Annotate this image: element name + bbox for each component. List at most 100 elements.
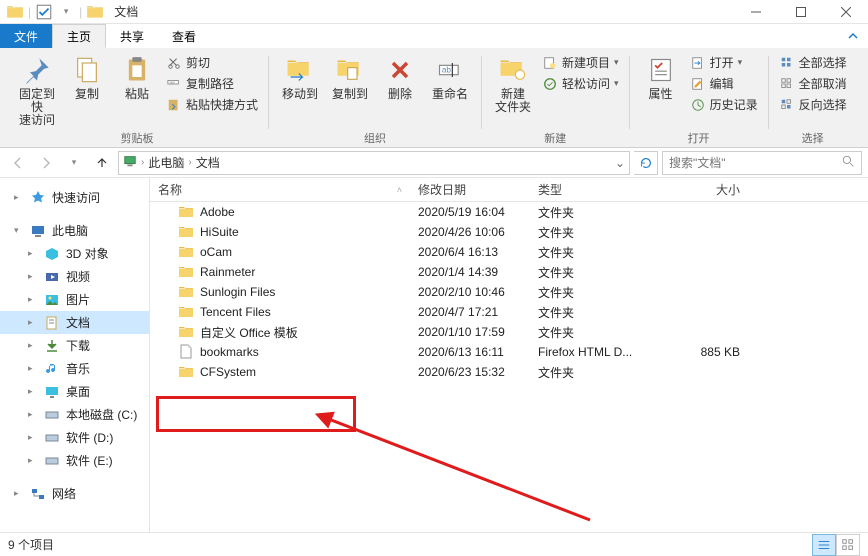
- chevron-right-icon[interactable]: ›: [141, 157, 144, 168]
- new-folder-button[interactable]: 新建 文件夹: [488, 52, 538, 116]
- table-row[interactable]: bookmarks2020/6/13 16:11Firefox HTML D..…: [150, 342, 868, 362]
- qat-divider: |: [28, 5, 31, 19]
- disk-icon: [44, 407, 60, 423]
- cut-button[interactable]: 剪切: [166, 54, 258, 71]
- nav-3d-objects[interactable]: ▸3D 对象: [0, 242, 149, 265]
- video-icon: [44, 269, 60, 285]
- search-icon[interactable]: [842, 155, 855, 171]
- table-row[interactable]: Sunlogin Files2020/2/10 10:46文件夹: [150, 282, 868, 302]
- folder-icon: [178, 244, 194, 260]
- properties-icon: [645, 54, 677, 86]
- address-dropdown-icon[interactable]: ⌄: [615, 156, 625, 170]
- easy-access-button[interactable]: 轻松访问▾: [542, 75, 619, 92]
- minimize-button[interactable]: [733, 0, 778, 24]
- view-icons-button[interactable]: [836, 534, 860, 556]
- tab-view[interactable]: 查看: [158, 24, 210, 48]
- breadcrumb-this-pc[interactable]: 此电脑: [148, 154, 184, 171]
- view-details-button[interactable]: [812, 534, 836, 556]
- tab-home[interactable]: 主页: [52, 24, 106, 48]
- copy-path-button[interactable]: ww复制路径: [166, 75, 258, 92]
- copy-to-button[interactable]: 复制到: [325, 52, 375, 103]
- select-none-button[interactable]: 全部取消: [779, 75, 847, 92]
- select-all-button[interactable]: 全部选择: [779, 54, 847, 71]
- folder-icon: [178, 264, 194, 280]
- open-icon: [690, 55, 706, 71]
- nav-recent-button[interactable]: ▾: [62, 151, 86, 175]
- col-date[interactable]: 修改日期: [410, 181, 530, 198]
- folder-icon: [178, 304, 194, 320]
- new-item-button[interactable]: 新建项目▾: [542, 54, 619, 71]
- nav-network[interactable]: ▸网络: [0, 482, 149, 505]
- edit-icon: [690, 76, 706, 92]
- table-row[interactable]: 自定义 Office 模板2020/1/10 17:59文件夹: [150, 322, 868, 342]
- nav-disk-c[interactable]: ▸本地磁盘 (C:): [0, 403, 149, 426]
- paste-shortcut-button[interactable]: 粘贴快捷方式: [166, 96, 258, 113]
- window-title: 文档: [114, 3, 138, 20]
- edit-button[interactable]: 编辑: [690, 75, 758, 92]
- nav-music[interactable]: ▸音乐: [0, 357, 149, 380]
- table-row[interactable]: Adobe2020/5/19 16:04文件夹: [150, 202, 868, 222]
- delete-button[interactable]: 删除: [375, 52, 425, 103]
- search-box[interactable]: [662, 151, 862, 175]
- pc-icon: [30, 223, 46, 239]
- paste-button[interactable]: 粘贴: [112, 52, 162, 103]
- nav-documents[interactable]: ▸文档: [0, 311, 149, 334]
- file-icon: [178, 344, 194, 360]
- address-bar[interactable]: › 此电脑 › 文档 ⌄: [118, 151, 630, 175]
- open-button[interactable]: 打开▾: [690, 54, 758, 71]
- breadcrumb-current[interactable]: 文档: [196, 154, 220, 171]
- nav-desktop[interactable]: ▸桌面: [0, 380, 149, 403]
- close-button[interactable]: [823, 0, 868, 24]
- file-date: 2020/1/10 17:59: [410, 325, 530, 339]
- rename-button[interactable]: ab 重命名: [425, 52, 475, 103]
- copy-button[interactable]: 复制: [62, 52, 112, 103]
- nav-quick-access[interactable]: ▸快速访问: [0, 186, 149, 209]
- nav-videos[interactable]: ▸视频: [0, 265, 149, 288]
- group-new: 新建 文件夹 新建项目▾ 轻松访问▾ 新建: [482, 52, 629, 147]
- refresh-button[interactable]: [634, 151, 658, 175]
- copy-to-icon: [334, 54, 366, 86]
- nav-disk-d[interactable]: ▸软件 (D:): [0, 426, 149, 449]
- file-type: 文件夹: [530, 244, 660, 261]
- table-row[interactable]: HiSuite2020/4/26 10:06文件夹: [150, 222, 868, 242]
- nav-up-button[interactable]: [90, 151, 114, 175]
- properties-button[interactable]: 属性: [636, 52, 686, 103]
- history-button[interactable]: 历史记录: [690, 96, 758, 113]
- address-row: ▾ › 此电脑 › 文档 ⌄: [0, 148, 868, 178]
- qat-check-icon[interactable]: [35, 3, 53, 21]
- table-row[interactable]: Rainmeter2020/1/4 14:39文件夹: [150, 262, 868, 282]
- tab-share[interactable]: 共享: [106, 24, 158, 48]
- file-name: oCam: [200, 245, 232, 259]
- table-row[interactable]: CFSystem2020/6/23 15:32文件夹: [150, 362, 868, 382]
- nav-back-button[interactable]: [6, 151, 30, 175]
- maximize-button[interactable]: [778, 0, 823, 24]
- pin-quick-access-button[interactable]: 固定到快 速访问: [12, 52, 62, 129]
- navigation-pane[interactable]: ▸快速访问 ▾此电脑 ▸3D 对象 ▸视频 ▸图片 ▸文档 ▸下载 ▸音乐 ▸桌…: [0, 178, 150, 532]
- nav-pictures[interactable]: ▸图片: [0, 288, 149, 311]
- title-folder-icon: [86, 3, 104, 21]
- nav-this-pc[interactable]: ▾此电脑: [0, 219, 149, 242]
- nav-disk-e[interactable]: ▸软件 (E:): [0, 449, 149, 472]
- file-name: HiSuite: [200, 225, 239, 239]
- tab-file[interactable]: 文件: [0, 24, 52, 48]
- list-header[interactable]: 名称˄ 修改日期 类型 大小: [150, 178, 868, 202]
- chevron-right-icon[interactable]: ›: [188, 157, 191, 168]
- invert-selection-button[interactable]: 反向选择: [779, 96, 847, 113]
- file-type: 文件夹: [530, 284, 660, 301]
- col-name[interactable]: 名称˄: [150, 181, 410, 198]
- file-name: Rainmeter: [200, 265, 255, 279]
- list-body[interactable]: Adobe2020/5/19 16:04文件夹HiSuite2020/4/26 …: [150, 202, 868, 532]
- move-to-button[interactable]: 移动到: [275, 52, 325, 103]
- table-row[interactable]: Tencent Files2020/4/7 17:21文件夹: [150, 302, 868, 322]
- addr-pc-icon: [123, 154, 137, 171]
- qat-dropdown-icon[interactable]: ▾: [57, 3, 75, 21]
- group-open: 属性 打开▾ 编辑 历史记录 打开: [630, 52, 768, 147]
- nav-downloads[interactable]: ▸下载: [0, 334, 149, 357]
- search-input[interactable]: [669, 156, 836, 170]
- col-size[interactable]: 大小: [660, 181, 760, 198]
- ribbon-collapse-button[interactable]: [838, 24, 868, 48]
- table-row[interactable]: oCam2020/6/4 16:13文件夹: [150, 242, 868, 262]
- folder-icon: [178, 284, 194, 300]
- nav-forward-button[interactable]: [34, 151, 58, 175]
- col-type[interactable]: 类型: [530, 181, 660, 198]
